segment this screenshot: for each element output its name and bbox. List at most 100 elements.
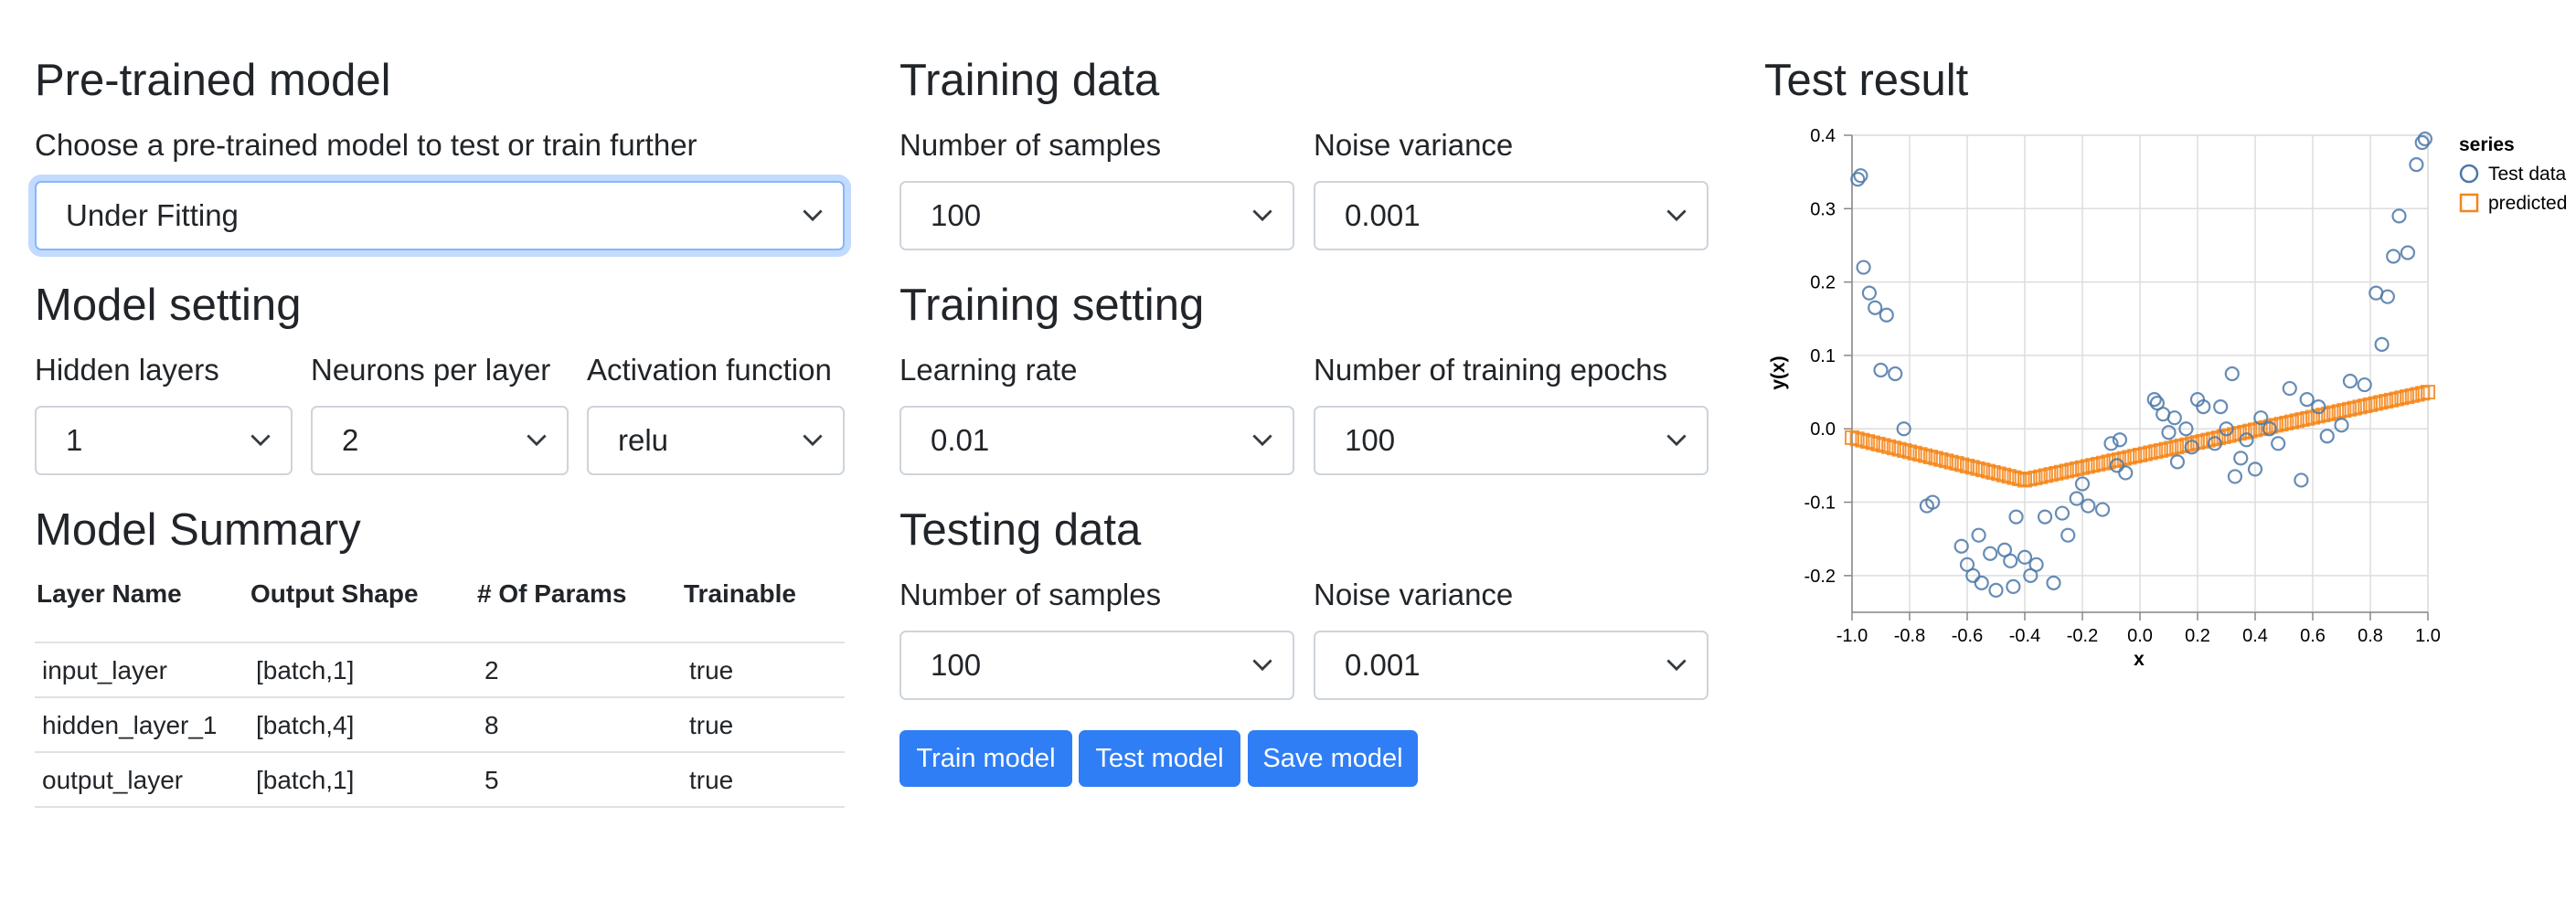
pretrained-model-select[interactable]: Under Fitting	[35, 181, 845, 250]
training-samples-label: Number of samples	[899, 128, 1162, 162]
y-axis-label: y(x)	[1768, 355, 1789, 389]
test-data-point	[2213, 399, 2229, 415]
x-tick-label: 0.6	[2300, 626, 2326, 646]
cell-output-shape: [batch,1]	[256, 656, 355, 684]
y-tick-label: 0.4	[1810, 126, 1836, 146]
test-data-point	[2374, 336, 2390, 352]
training-noise-select[interactable]: 0.001	[1314, 181, 1708, 250]
y-tick-label: 0.1	[1810, 346, 1836, 366]
neurons-value: 2	[342, 423, 359, 457]
x-tick-label: -0.8	[1894, 626, 1925, 646]
y-tick-label: 0.2	[1810, 273, 1836, 293]
test-data-point	[2118, 465, 2134, 481]
test-data-point	[2006, 578, 2021, 594]
test-data-point	[2386, 249, 2401, 264]
test-data-point	[2271, 436, 2286, 451]
test-data-point	[2417, 131, 2432, 147]
training-data-title: Training data	[899, 56, 1160, 105]
cell-output-shape: [batch,1]	[256, 766, 355, 794]
activation-select[interactable]: relu	[587, 406, 845, 475]
activation-label: Activation function	[587, 353, 832, 387]
y-tick-label: -0.2	[1804, 567, 1836, 587]
training-setting-title: Training setting	[899, 281, 1205, 330]
training-samples-value: 100	[931, 198, 982, 232]
y-tick-label: -0.1	[1804, 493, 1836, 514]
x-tick-label: -0.2	[2067, 626, 2098, 646]
y-tick-label: 0.3	[1810, 199, 1836, 219]
test-data-point	[2003, 553, 2018, 568]
learning-rate-label: Learning rate	[899, 353, 1078, 387]
test-data-point	[2342, 373, 2358, 389]
chevron-down-icon	[803, 209, 823, 222]
test-data-point	[2294, 472, 2309, 488]
hidden-layers-label: Hidden layers	[35, 353, 219, 387]
testing-noise-value: 0.001	[1345, 648, 1421, 682]
learning-rate-select[interactable]: 0.01	[899, 406, 1294, 475]
test-data-point	[2224, 366, 2240, 382]
chevron-down-icon	[803, 434, 823, 447]
test-data-point	[2169, 454, 2186, 470]
test-data-point	[2094, 502, 2111, 517]
neurons-select[interactable]: 2	[311, 406, 569, 475]
hidden-layers-value: 1	[66, 423, 83, 457]
chevron-down-icon	[1252, 659, 1272, 672]
test-data-point	[1861, 285, 1878, 301]
legend-test-data-marker	[2459, 164, 2479, 184]
hidden-layers-select[interactable]: 1	[35, 406, 293, 475]
test-data-point	[2166, 410, 2182, 426]
legend-predicted-label: predicted	[2488, 193, 2567, 214]
test-data-point	[1888, 366, 1903, 382]
test-data-point	[2400, 245, 2416, 260]
testing-samples-select[interactable]: 100	[899, 631, 1294, 700]
test-data-point	[2161, 425, 2177, 440]
test-data-point	[2008, 509, 2024, 525]
chart-grid	[1851, 134, 2429, 613]
test-data-point	[2227, 469, 2243, 484]
chevron-down-icon	[1666, 209, 1687, 222]
test-data-point	[2357, 377, 2372, 393]
testing-noise-label: Noise variance	[1314, 578, 1514, 611]
cell-params: 2	[484, 656, 499, 684]
chevron-down-icon	[1666, 659, 1687, 672]
legend-title: series	[2459, 134, 2515, 155]
cell-trainable: true	[689, 711, 734, 739]
test-data-point	[2334, 418, 2349, 433]
test-result-chart: -1.0 -0.8 -0.6 -0.4 -0.2 0.0 0.2 0.4 0.6 0.8 1.0 -0…	[1768, 126, 2567, 670]
save-model-button[interactable]: Save model	[1248, 730, 1418, 787]
test-data-point	[1988, 582, 2004, 599]
column-header-trainable: Trainable	[684, 579, 796, 608]
train-model-button[interactable]: Train model	[899, 730, 1072, 787]
column-header-params: # Of Params	[477, 579, 627, 608]
column-header-layer-name: Layer Name	[37, 579, 182, 608]
chevron-down-icon	[1252, 209, 1272, 222]
test-data-point	[2233, 451, 2249, 466]
model-summary-title: Model Summary	[35, 505, 361, 555]
testing-samples-value: 100	[931, 648, 982, 682]
row-divider	[35, 806, 845, 808]
test-data-point	[2319, 429, 2335, 444]
test-model-button[interactable]: Test model	[1079, 730, 1240, 787]
cell-layer-name: input_layer	[42, 656, 167, 684]
chart-legend: series Test data predicted	[2459, 134, 2567, 214]
legend-test-data-label: Test data	[2488, 164, 2567, 185]
x-axis-label: x	[2134, 649, 2145, 670]
test-data-point	[2299, 392, 2315, 408]
test-data-point	[2379, 289, 2396, 304]
cell-params: 8	[484, 711, 499, 739]
chevron-down-icon	[1252, 434, 1272, 447]
epochs-label: Number of training epochs	[1314, 353, 1668, 387]
test-data-point	[2081, 498, 2096, 514]
test-data-point	[1856, 260, 1871, 275]
x-tick-label: 1.0	[2415, 626, 2441, 646]
test-data-point	[2391, 208, 2407, 224]
epochs-select[interactable]: 100	[1314, 406, 1708, 475]
test-data-point	[1971, 527, 1986, 543]
test-result-title: Test result	[1764, 56, 1969, 105]
chevron-down-icon	[527, 434, 547, 447]
learning-rate-value: 0.01	[931, 423, 990, 457]
test-data-point	[2054, 505, 2070, 521]
testing-noise-select[interactable]: 0.001	[1314, 631, 1708, 700]
test-data-point	[1953, 538, 1969, 554]
test-data-point	[1873, 362, 1889, 378]
training-samples-select[interactable]: 100	[899, 181, 1294, 250]
